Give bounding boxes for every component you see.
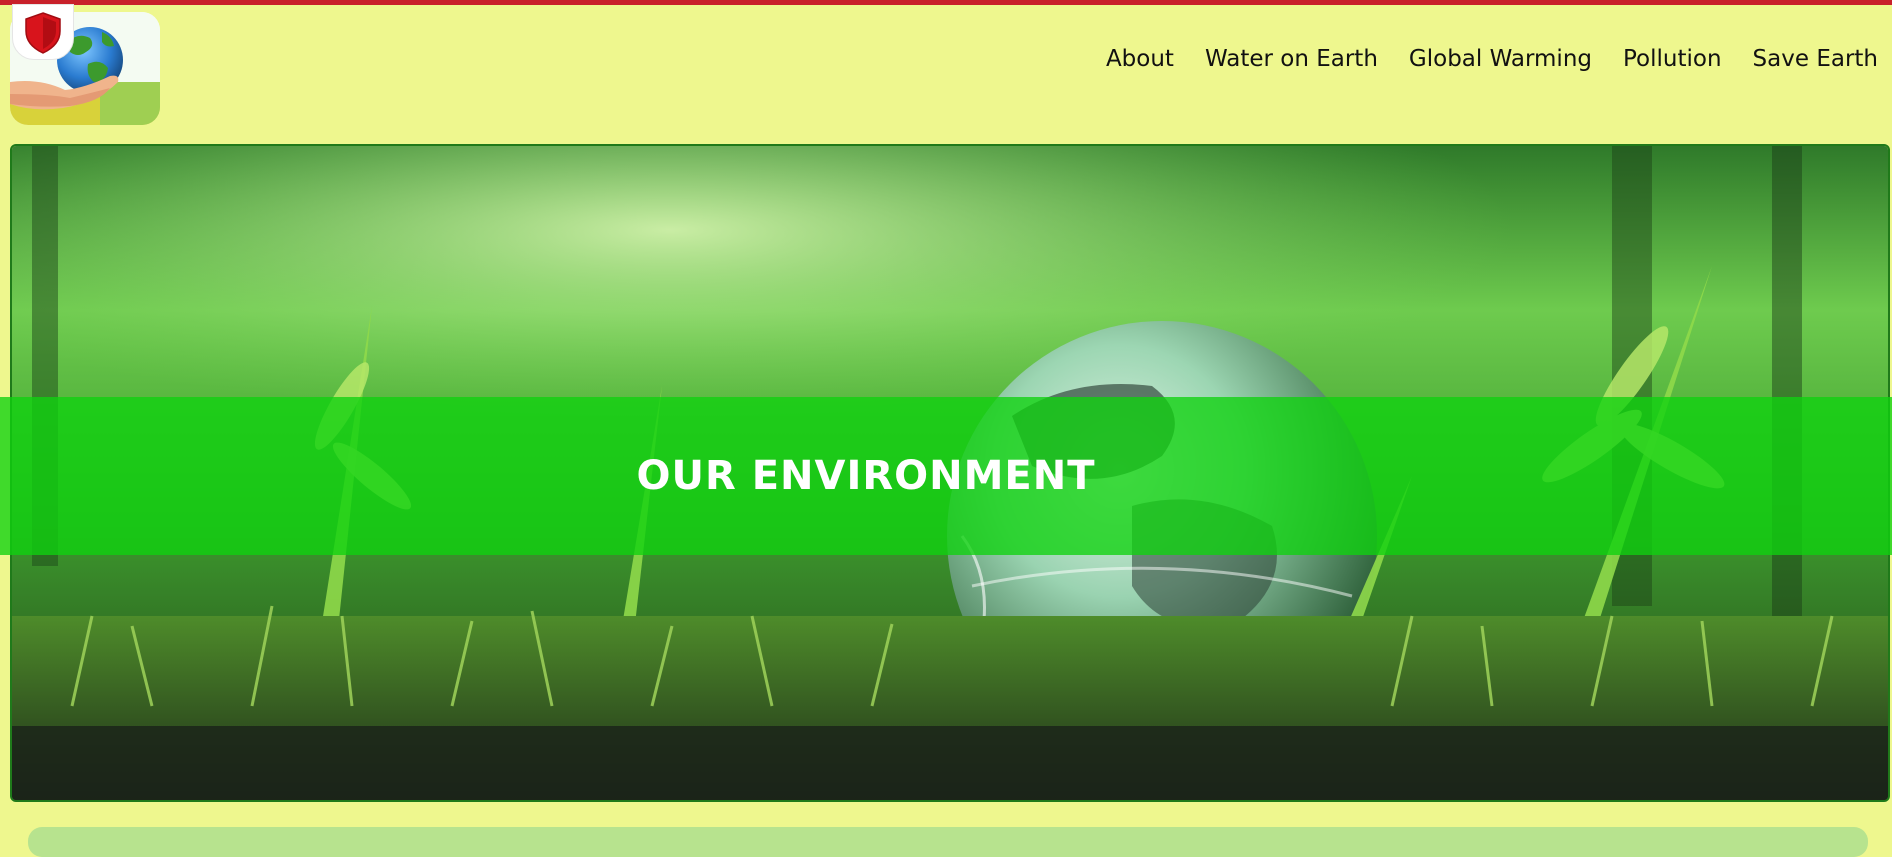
top-accent-strip — [0, 0, 1892, 5]
nav-item-about[interactable]: About — [1106, 46, 1174, 72]
hero-title: OUR ENVIRONMENT — [636, 453, 1096, 499]
hero-title-banner: OUR ENVIRONMENT — [0, 397, 1892, 555]
main-navigation: About Water on Earth Global Warming Poll… — [1106, 46, 1878, 72]
nav-item-water-on-earth[interactable]: Water on Earth — [1205, 46, 1378, 72]
nav-item-pollution[interactable]: Pollution — [1623, 46, 1722, 72]
nav-item-save-earth[interactable]: Save Earth — [1753, 46, 1878, 72]
nav-item-global-warming[interactable]: Global Warming — [1409, 46, 1592, 72]
content-panel — [28, 827, 1868, 857]
shield-icon — [25, 12, 61, 54]
security-badge[interactable] — [12, 4, 74, 60]
